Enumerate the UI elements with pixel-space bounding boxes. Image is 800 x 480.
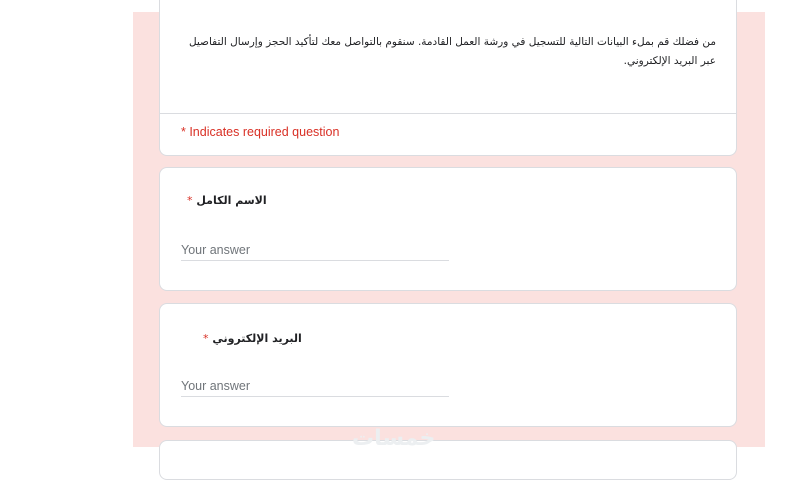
required-asterisk: * [187,194,193,207]
question-card-full-name: * الاسم الكامل [159,167,737,291]
full-name-input[interactable] [181,240,449,261]
question-label: الاسم الكامل [196,194,267,207]
question-card-next [159,440,737,480]
form-description-card: من فضلك قم بملء البيانات التالية للتسجيل… [159,0,737,156]
question-label: البريد الإلكتروني [212,332,302,345]
required-note: * Indicates required question [181,125,340,139]
required-asterisk: * [203,332,209,345]
divider [160,113,736,114]
question-card-email: * البريد الإلكتروني [159,303,737,427]
question-title: * البريد الإلكتروني [189,332,302,345]
question-title: * الاسم الكامل [181,194,267,207]
email-input[interactable] [181,376,449,397]
watermark-logo: خمسات [352,426,436,451]
form-description: من فضلك قم بملء البيانات التالية للتسجيل… [188,36,716,67]
